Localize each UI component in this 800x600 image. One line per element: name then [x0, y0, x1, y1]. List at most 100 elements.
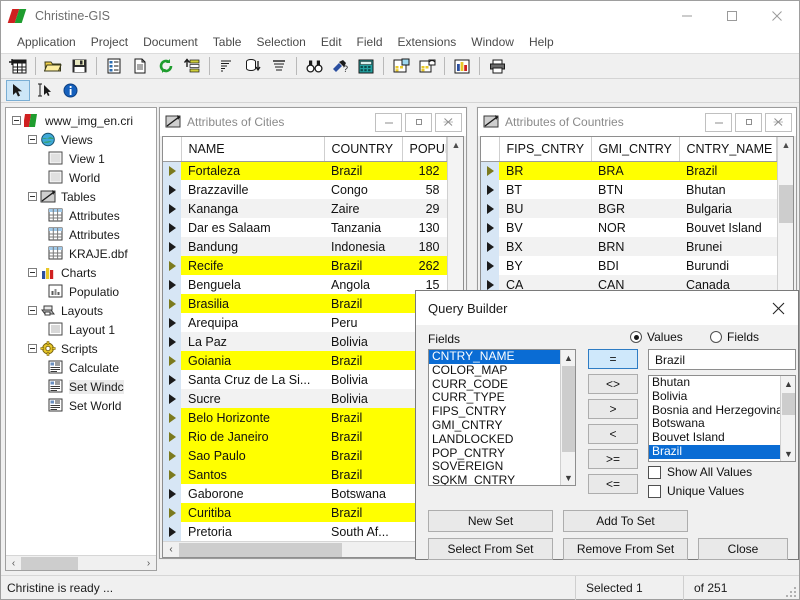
- value-textbox[interactable]: Brazil: [648, 349, 796, 370]
- table-row[interactable]: Brazzaville Congo 58: [163, 180, 447, 199]
- row-selector[interactable]: [163, 484, 181, 503]
- table-row[interactable]: BX BRN Brunei: [481, 237, 777, 256]
- table-row[interactable]: BR BRA Brazil: [481, 161, 777, 180]
- tree-node-views[interactable]: Views: [6, 130, 156, 149]
- field-option[interactable]: FIPS_CNTRY: [429, 405, 560, 419]
- table-row[interactable]: Pretoria South Af...: [163, 522, 447, 541]
- operator-greater-equal-button[interactable]: >=: [588, 449, 638, 469]
- table-row[interactable]: Brasilia Brazil: [163, 294, 447, 313]
- value-option[interactable]: Bolivia: [649, 390, 780, 404]
- row-selector[interactable]: [163, 294, 181, 313]
- expander-icon[interactable]: [28, 344, 37, 353]
- row-selector[interactable]: [163, 446, 181, 465]
- pointer-tool-icon[interactable]: [6, 80, 30, 101]
- add-field-icon[interactable]: [389, 56, 413, 77]
- cities-minimize-button[interactable]: [375, 112, 402, 132]
- countries-col-name[interactable]: CNTRY_NAME: [679, 137, 777, 162]
- scroll-right-arrow-icon[interactable]: ›: [141, 556, 156, 571]
- table-row[interactable]: BT BTN Bhutan: [481, 180, 777, 199]
- row-selector[interactable]: [163, 408, 181, 427]
- countries-restore-button[interactable]: [735, 112, 762, 132]
- operator-equals-button[interactable]: =: [588, 349, 638, 369]
- operator-notequals-button[interactable]: <>: [588, 374, 638, 394]
- promote-icon[interactable]: [180, 56, 204, 77]
- tree-node-layouts[interactable]: Layouts: [6, 301, 156, 320]
- text-select-tool-icon[interactable]: [32, 80, 56, 101]
- resize-grip-icon[interactable]: [783, 576, 799, 600]
- scroll-left-arrow-icon[interactable]: ‹: [6, 556, 21, 571]
- table-row[interactable]: Santos Brazil: [163, 465, 447, 484]
- table-properties-icon[interactable]: [102, 56, 126, 77]
- add-to-set-button[interactable]: Add To Set: [563, 510, 688, 532]
- table-row[interactable]: Kananga Zaire 29: [163, 199, 447, 218]
- tree-node-tables[interactable]: Tables: [6, 187, 156, 206]
- scroll-thumb[interactable]: [779, 185, 793, 223]
- close-button[interactable]: [754, 1, 799, 31]
- expander-icon[interactable]: [28, 306, 37, 315]
- row-selector[interactable]: [163, 180, 181, 199]
- field-option[interactable]: LANDLOCKED: [429, 433, 560, 447]
- value-option[interactable]: Botswana: [649, 417, 780, 431]
- menu-table[interactable]: Table: [206, 32, 249, 52]
- select-from-set-button[interactable]: Select From Set: [428, 538, 553, 560]
- menu-edit[interactable]: Edit: [314, 32, 349, 52]
- menu-document[interactable]: Document: [136, 32, 205, 52]
- row-selector[interactable]: [163, 370, 181, 389]
- tree-node-attributes-2[interactable]: Attributes: [6, 225, 156, 244]
- row-selector[interactable]: [163, 503, 181, 522]
- scroll-up-arrow-icon[interactable]: ▲: [561, 350, 575, 365]
- maximize-button[interactable]: [709, 1, 754, 31]
- field-option[interactable]: SOVEREIGN: [429, 460, 560, 474]
- table-row[interactable]: Sucre Bolivia: [163, 389, 447, 408]
- row-selector[interactable]: [163, 389, 181, 408]
- tree-node-charts[interactable]: Charts: [6, 263, 156, 282]
- cities-col-population[interactable]: POPULAT: [402, 137, 447, 162]
- row-selector[interactable]: [163, 275, 181, 294]
- operator-less-equal-button[interactable]: <=: [588, 474, 638, 494]
- scroll-up-arrow-icon[interactable]: ▲: [448, 137, 463, 153]
- menu-extensions[interactable]: Extensions: [391, 32, 464, 52]
- row-selector[interactable]: [481, 161, 499, 180]
- table-row[interactable]: BV NOR Bouvet Island: [481, 218, 777, 237]
- operator-greater-button[interactable]: >: [588, 399, 638, 419]
- table-row[interactable]: Benguela Angola 15: [163, 275, 447, 294]
- table-row[interactable]: Santa Cruz de La Si... Bolivia: [163, 370, 447, 389]
- expander-icon[interactable]: [12, 116, 21, 125]
- value-option[interactable]: Brazil: [649, 444, 780, 459]
- calculator-icon[interactable]: [354, 56, 378, 77]
- table-row[interactable]: Arequipa Peru: [163, 313, 447, 332]
- expander-icon[interactable]: [28, 268, 37, 277]
- menu-application[interactable]: Application: [10, 32, 83, 52]
- table-row[interactable]: Bandung Indonesia 180: [163, 237, 447, 256]
- scroll-thumb[interactable]: [179, 542, 342, 557]
- tree-node-set-world-script[interactable]: Set World: [6, 396, 156, 415]
- row-selector[interactable]: [163, 522, 181, 541]
- values-listbox[interactable]: Bhutan Bolivia Bosnia and Herzegovina Bo…: [648, 375, 796, 462]
- tree-node-attributes-1[interactable]: Attributes: [6, 206, 156, 225]
- scroll-thumb[interactable]: [562, 366, 575, 452]
- field-option[interactable]: CURR_TYPE: [429, 391, 560, 405]
- value-option[interactable]: Bosnia and Herzegovina: [649, 404, 780, 418]
- query-hammer-icon[interactable]: ?: [328, 56, 352, 77]
- scroll-up-arrow-icon[interactable]: ▲: [778, 137, 793, 153]
- fields-listbox-scrollbar[interactable]: ▲ ▼: [560, 350, 575, 485]
- identify-info-tool-icon[interactable]: [58, 80, 82, 101]
- tree-node-calculate-script[interactable]: Calculate: [6, 358, 156, 377]
- new-project-icon[interactable]: [6, 56, 30, 77]
- row-selector[interactable]: [163, 199, 181, 218]
- row-selector[interactable]: [481, 218, 499, 237]
- cities-col-name[interactable]: NAME: [181, 137, 325, 162]
- row-selector[interactable]: [481, 237, 499, 256]
- scroll-thumb[interactable]: [782, 393, 795, 415]
- table-row[interactable]: Rio de Janeiro Brazil: [163, 427, 447, 446]
- tree-node-scripts[interactable]: Scripts: [6, 339, 156, 358]
- operator-less-button[interactable]: <: [588, 424, 638, 444]
- row-selector[interactable]: [163, 351, 181, 370]
- menu-window[interactable]: Window: [464, 32, 521, 52]
- unique-values-checkbox[interactable]: Unique Values: [648, 484, 744, 498]
- scroll-down-arrow-icon[interactable]: ▼: [561, 470, 575, 485]
- row-selector[interactable]: [481, 180, 499, 199]
- table-row[interactable]: Sao Paulo Brazil: [163, 446, 447, 465]
- table-row[interactable]: Dar es Salaam Tanzania 130: [163, 218, 447, 237]
- table-row[interactable]: Recife Brazil 262: [163, 256, 447, 275]
